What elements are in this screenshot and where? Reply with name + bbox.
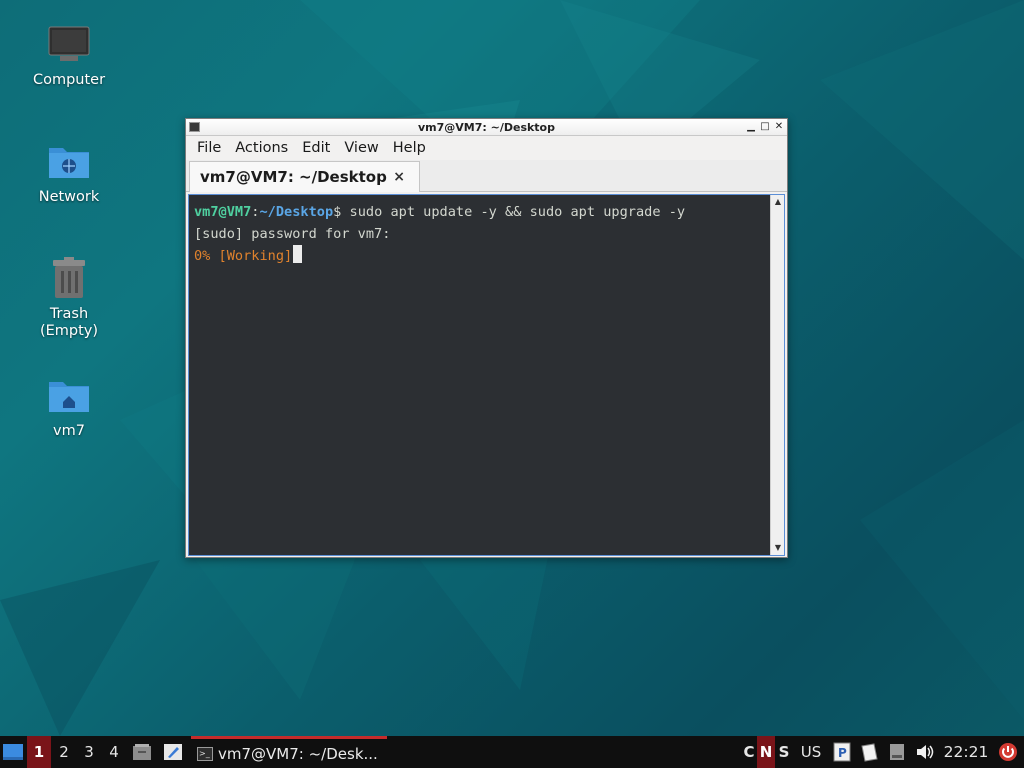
terminal-area[interactable]: vm7@VM7:~/Desktop$ sudo apt update -y &&… xyxy=(188,194,785,556)
window-title: vm7@VM7: ~/Desktop xyxy=(417,120,555,134)
scroll-down-icon[interactable]: ▼ xyxy=(771,542,785,554)
removable-media-tray[interactable] xyxy=(887,736,907,768)
keyboard-layout[interactable]: US xyxy=(798,736,824,768)
desktop-icon-label: Computer xyxy=(32,72,106,88)
package-icon: P xyxy=(833,742,851,762)
menu-actions[interactable]: Actions xyxy=(228,140,295,156)
tab-bar: vm7@VM7: ~/Desktop × xyxy=(186,160,787,192)
prompt-path: ~/Desktop xyxy=(259,204,334,220)
menubar: File Actions Edit View Help xyxy=(186,136,787,160)
computer-icon xyxy=(47,22,91,66)
show-desktop-button[interactable] xyxy=(2,736,24,768)
maximize-button[interactable]: □ xyxy=(759,120,771,133)
indicator-num: N xyxy=(757,736,775,768)
file-manager-launcher[interactable] xyxy=(131,736,153,768)
desktop-icon-label: Trash xyxy=(49,306,89,322)
volume-tray[interactable] xyxy=(914,736,936,768)
package-updater-tray[interactable]: P xyxy=(832,736,852,768)
workspace-4[interactable]: 4 xyxy=(102,736,126,768)
taskbar: 1 2 3 4 >_ vm7@VM7: ~/Desk... C N S US P… xyxy=(0,736,1024,768)
desktop-icon-network[interactable]: Network xyxy=(14,139,124,206)
tab-close-icon[interactable]: × xyxy=(393,169,405,185)
scroll-up-icon[interactable]: ▲ xyxy=(771,196,785,208)
clipboard-icon xyxy=(861,743,878,762)
menu-edit[interactable]: Edit xyxy=(295,140,337,156)
terminal-output[interactable]: vm7@VM7:~/Desktop$ sudo apt update -y &&… xyxy=(189,195,771,555)
workspace-3[interactable]: 3 xyxy=(77,736,101,768)
volume-icon xyxy=(917,745,934,759)
terminal-window: vm7@VM7: ~/Desktop ▁ □ ✕ File Actions Ed… xyxy=(185,118,788,558)
desktop-icon-label: Network xyxy=(38,189,100,205)
workspace-2[interactable]: 2 xyxy=(52,736,76,768)
clipboard-tray[interactable] xyxy=(858,736,880,768)
desktop-icon-label: vm7 xyxy=(53,423,85,439)
terminal-scrollbar[interactable]: ▲ ▼ xyxy=(770,195,784,555)
desktop-icon-vm7[interactable]: vm7 xyxy=(14,373,124,440)
sudo-password-prompt: [sudo] password for vm7: xyxy=(194,226,391,242)
file-manager-icon xyxy=(133,744,151,760)
text-editor-icon xyxy=(164,744,182,760)
svg-text:P: P xyxy=(838,746,847,760)
trash-icon xyxy=(47,256,91,300)
power-button[interactable] xyxy=(996,736,1020,768)
menu-help[interactable]: Help xyxy=(386,140,433,156)
menu-view[interactable]: View xyxy=(337,140,385,156)
window-titlebar[interactable]: vm7@VM7: ~/Desktop ▁ □ ✕ xyxy=(186,119,787,136)
desktop-icon-sublabel: (Empty) xyxy=(39,323,99,339)
desktop-icon xyxy=(3,744,23,760)
prompt-user: vm7@VM7 xyxy=(194,204,252,220)
network-folder-icon xyxy=(47,139,91,183)
text-cursor xyxy=(293,245,303,263)
progress-status: 0% [Working] xyxy=(194,248,293,264)
close-button[interactable]: ✕ xyxy=(773,120,785,133)
desktop-icon-trash[interactable]: Trash (Empty) xyxy=(14,256,124,340)
workspace-1[interactable]: 1 xyxy=(27,736,51,768)
tab-label: vm7@VM7: ~/Desktop xyxy=(200,168,387,186)
indicator-caps: C xyxy=(743,743,755,761)
task-label: vm7@VM7: ~/Desk... xyxy=(218,744,378,763)
drive-icon xyxy=(890,744,904,760)
home-folder-icon xyxy=(47,373,91,417)
menu-file[interactable]: File xyxy=(190,140,228,156)
command-text: sudo apt update -y && sudo apt upgrade -… xyxy=(341,204,686,220)
text-editor-launcher[interactable] xyxy=(162,736,184,768)
indicator-scroll: S xyxy=(778,743,790,761)
terminal-task-icon: >_ xyxy=(197,746,213,761)
power-icon xyxy=(999,743,1017,761)
tab-terminal[interactable]: vm7@VM7: ~/Desktop × xyxy=(189,161,420,192)
minimize-button[interactable]: ▁ xyxy=(745,120,757,133)
desktop-icon-computer[interactable]: Computer xyxy=(14,22,124,89)
taskbar-terminal-task[interactable]: >_ vm7@VM7: ~/Desk... xyxy=(191,736,387,768)
clock[interactable]: 22:21 xyxy=(941,736,991,768)
